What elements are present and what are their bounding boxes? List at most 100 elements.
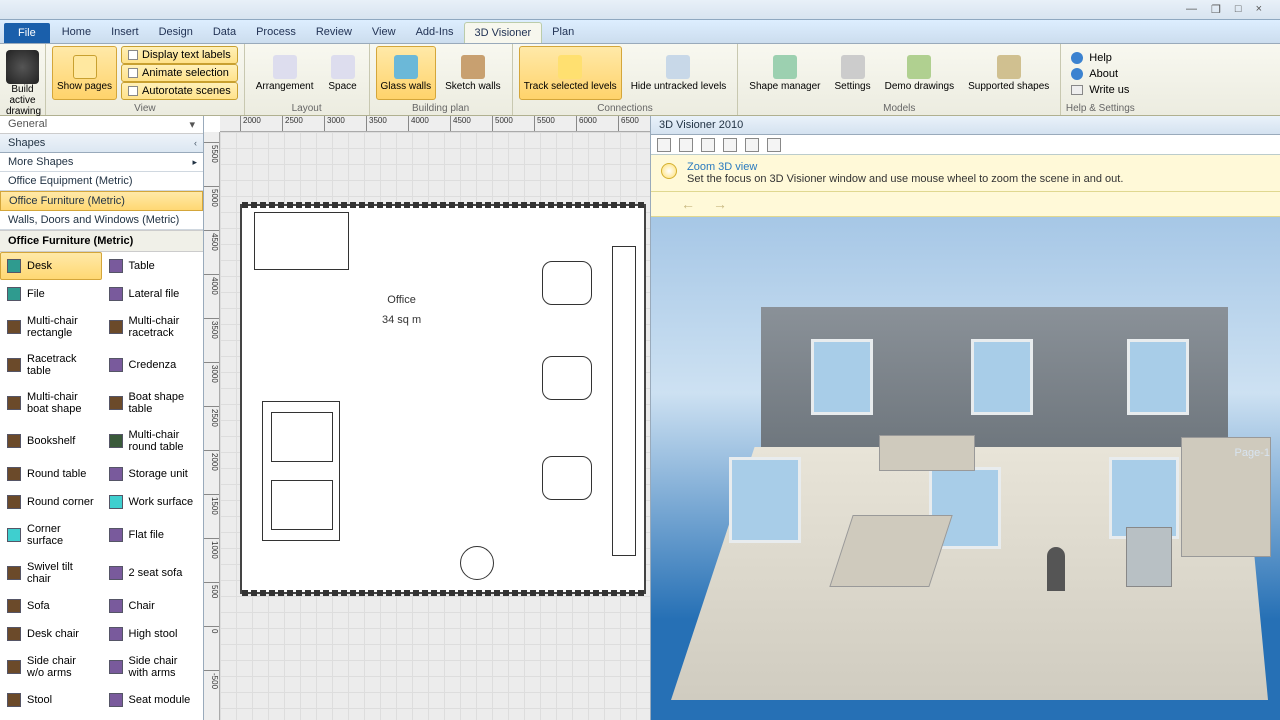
shape-item[interactable]: Storage unit: [102, 460, 204, 488]
shape-item[interactable]: Desk: [0, 252, 102, 280]
shape-item[interactable]: File: [0, 280, 102, 308]
tb-view-icon[interactable]: [701, 138, 715, 152]
window-restore[interactable]: ❐: [1211, 3, 1221, 16]
build-active-drawing-button[interactable]: Build active drawing: [6, 84, 39, 117]
shape-manager-button[interactable]: Shape manager: [744, 46, 825, 100]
general-dropdown[interactable]: General▾: [0, 116, 203, 134]
tab-file[interactable]: File: [4, 23, 50, 43]
supported-shapes-button[interactable]: Supported shapes: [963, 46, 1054, 100]
demo-drawings-button[interactable]: Demo drawings: [880, 46, 959, 100]
display-text-labels-toggle[interactable]: Display text labels: [121, 46, 238, 64]
tb-print-icon[interactable]: [679, 138, 693, 152]
shape-item[interactable]: Credenza: [102, 346, 204, 384]
shape-name: Side chair w/o arms: [27, 655, 95, 679]
write-us-button[interactable]: Write us: [1071, 84, 1129, 96]
tab-review[interactable]: Review: [306, 22, 362, 43]
shapes-header[interactable]: Shapes‹: [0, 134, 203, 153]
shape-item[interactable]: Desk chair: [0, 620, 102, 648]
help-button[interactable]: Help: [1071, 52, 1129, 64]
tip-next-button[interactable]: →: [713, 196, 727, 212]
stencil-category[interactable]: Office Furniture (Metric): [0, 191, 203, 211]
tb-reset-icon[interactable]: [745, 138, 759, 152]
shape-item[interactable]: Flat file: [102, 516, 204, 554]
shape-item[interactable]: Round corner: [0, 488, 102, 516]
group-layout-label: Layout: [245, 102, 369, 115]
tab-process[interactable]: Process: [246, 22, 306, 43]
shape-item[interactable]: Corner surface: [0, 516, 102, 554]
window-close[interactable]: ×: [1256, 3, 1262, 16]
ribbon-tabs: File HomeInsertDesignDataProcessReviewVi…: [0, 20, 1280, 44]
shape-item[interactable]: Stool: [0, 686, 102, 714]
shape-name: Multi-chair round table: [129, 429, 197, 453]
shape-item[interactable]: Chair: [102, 592, 204, 620]
glass-walls-button[interactable]: Glass walls: [376, 46, 437, 100]
shape-item[interactable]: 2-arm seat module: [102, 714, 204, 720]
shape-item[interactable]: Bookshelf: [0, 422, 102, 460]
shape-item[interactable]: Multi-chair round table: [102, 422, 204, 460]
hide-untracked-levels-button[interactable]: Hide untracked levels: [626, 46, 732, 100]
settings-button[interactable]: Settings: [829, 46, 875, 100]
furn-chair-1[interactable]: [542, 261, 592, 305]
tb-fit-icon[interactable]: [723, 138, 737, 152]
3d-viewport[interactable]: Page-1: [651, 217, 1280, 720]
tab-home[interactable]: Home: [52, 22, 101, 43]
drawing-canvas[interactable]: Office 34 sq m: [220, 132, 650, 720]
3d-tip: Zoom 3D view Set the focus on 3D Visione…: [651, 155, 1280, 192]
window-maximize[interactable]: □: [1235, 3, 1242, 16]
tab-design[interactable]: Design: [149, 22, 203, 43]
shape-item[interactable]: Boat shape table: [102, 384, 204, 422]
shape-icon: [7, 434, 21, 448]
furn-table-right[interactable]: [612, 246, 636, 556]
shape-name: Desk: [27, 260, 52, 272]
more-shapes[interactable]: More Shapes▸: [0, 153, 203, 172]
furn-chair-3[interactable]: [542, 456, 592, 500]
shape-icon: [7, 495, 21, 509]
shape-name: 2 seat sofa: [129, 567, 183, 579]
shape-item[interactable]: Swivel tilt chair: [0, 554, 102, 592]
tab-insert[interactable]: Insert: [101, 22, 149, 43]
shape-item[interactable]: Work surface: [102, 488, 204, 516]
shape-item[interactable]: High stool: [102, 620, 204, 648]
shape-item[interactable]: Side chair w/o arms: [0, 648, 102, 686]
stencil-category[interactable]: Office Equipment (Metric): [0, 172, 203, 191]
space-icon: [331, 55, 355, 79]
tb-info-icon[interactable]: [767, 138, 781, 152]
tb-open-icon[interactable]: [657, 138, 671, 152]
tip-prev-button[interactable]: ←: [681, 196, 695, 212]
shape-item[interactable]: Table: [102, 252, 204, 280]
shape-item[interactable]: Round table: [0, 460, 102, 488]
sketch-walls-button[interactable]: Sketch walls: [440, 46, 506, 100]
arrangement-button[interactable]: Arrangement: [251, 46, 319, 100]
tab-data[interactable]: Data: [203, 22, 246, 43]
tab-view[interactable]: View: [362, 22, 406, 43]
window-minimize[interactable]: —: [1186, 3, 1197, 16]
shape-item[interactable]: Multi-chair racetrack: [102, 308, 204, 346]
furn-round-table[interactable]: [460, 546, 494, 580]
stencil-category[interactable]: Walls, Doors and Windows (Metric): [0, 211, 203, 230]
furn-desk-1[interactable]: [254, 212, 349, 270]
shape-item[interactable]: Seat module: [102, 686, 204, 714]
shape-name: Table: [129, 260, 155, 272]
shape-item[interactable]: Sofa: [0, 592, 102, 620]
shape-icon: [7, 599, 21, 613]
tab-plan[interactable]: Plan: [542, 22, 584, 43]
furn-desk-group-left[interactable]: [262, 401, 340, 541]
animate-selection-toggle[interactable]: Animate selection: [121, 64, 238, 82]
about-button[interactable]: About: [1071, 68, 1129, 80]
track-selected-levels-button[interactable]: Track selected levels: [519, 46, 622, 100]
tab-3d-visioner[interactable]: 3D Visioner: [464, 22, 543, 43]
ribbon: Build active drawing Show pages Display …: [0, 44, 1280, 116]
group-help-label: Help & Settings: [1061, 102, 1139, 115]
space-button[interactable]: Space: [323, 46, 363, 100]
shape-item[interactable]: Multi-chair rectangle: [0, 308, 102, 346]
shape-item[interactable]: Side chair with arms: [102, 648, 204, 686]
show-pages-button[interactable]: Show pages: [52, 46, 117, 100]
tab-add-ins[interactable]: Add-Ins: [406, 22, 464, 43]
autorotate-scenes-toggle[interactable]: Autorotate scenes: [121, 82, 238, 100]
shape-item[interactable]: Multi-chair boat shape: [0, 384, 102, 422]
shape-item[interactable]: Lateral file: [102, 280, 204, 308]
shape-item[interactable]: 2 seat sofa: [102, 554, 204, 592]
shape-item[interactable]: Racetrack table: [0, 346, 102, 384]
shape-item[interactable]: 1-arm seat module: [0, 714, 102, 720]
furn-chair-2[interactable]: [542, 356, 592, 400]
